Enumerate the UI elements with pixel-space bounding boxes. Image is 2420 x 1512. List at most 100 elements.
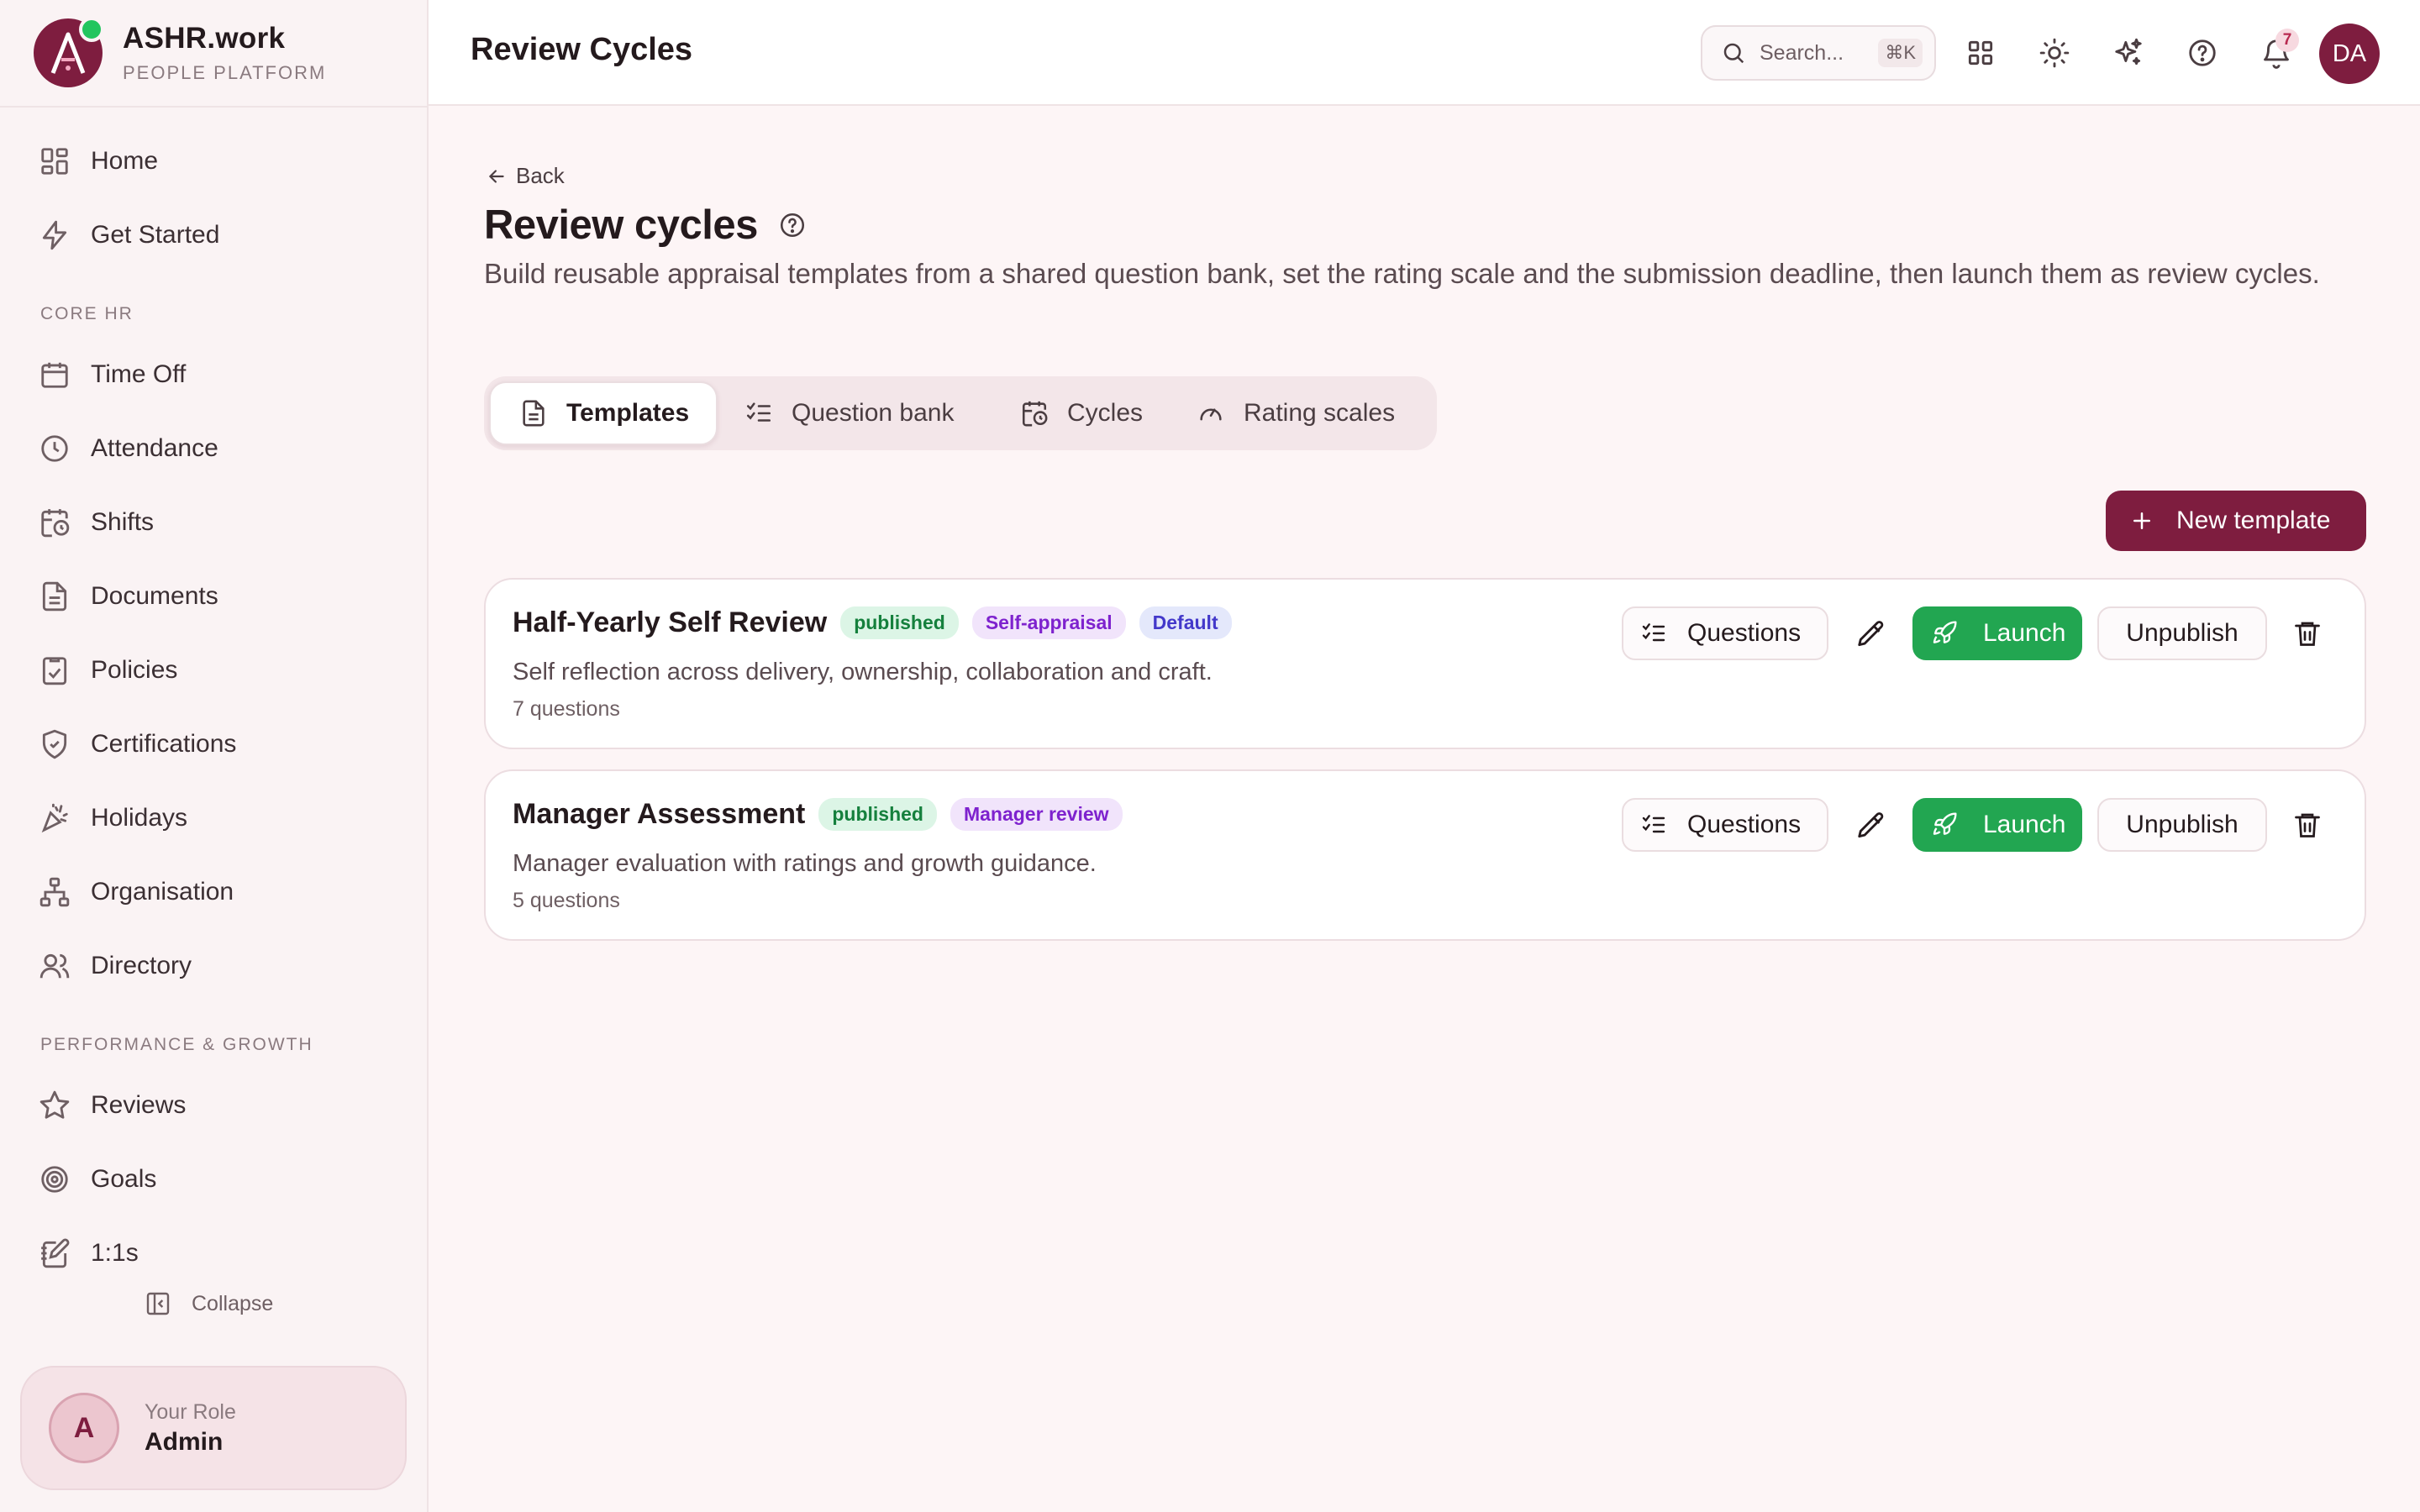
unpublish-button[interactable]: Unpublish [2097, 798, 2267, 852]
sun-icon[interactable] [2039, 37, 2070, 69]
tab-rating-scales[interactable]: Rating scales [1197, 381, 1395, 445]
sidebar-item-label: Reviews [91, 1091, 187, 1119]
sidebar-item-home[interactable]: Home [39, 136, 158, 186]
sidebar-item-label: Goals [91, 1165, 157, 1193]
document-icon [42, 581, 67, 612]
sidebar-item-shifts[interactable]: Shifts [39, 497, 154, 548]
apps-grid-icon[interactable] [1965, 37, 1996, 69]
trash-icon[interactable] [2292, 618, 2323, 648]
org-chart-icon [39, 877, 70, 907]
sidebar: ASHR.work PEOPLE PLATFORM Home Get Start… [0, 0, 429, 1512]
launch-button[interactable]: Launch [1912, 606, 2082, 660]
sidebar-item-label: Certifications [91, 730, 237, 758]
tab-label: Question bank [792, 399, 955, 427]
search-input[interactable]: Search... ⌘K [1701, 25, 1936, 81]
template-card: Manager Assessment published Manager rev… [484, 769, 2366, 941]
sidebar-item-one-on-ones[interactable]: 1:1s [39, 1228, 139, 1278]
status-badge: published [818, 798, 937, 831]
brand-name: ASHR.work [123, 22, 286, 55]
tab-templates[interactable]: Templates [489, 381, 718, 445]
sidebar-item-time-off[interactable]: Time Off [39, 349, 186, 400]
online-status-dot [79, 17, 104, 42]
bolt-icon [42, 220, 67, 250]
sidebar-item-label: Organisation [91, 878, 234, 906]
grid-icon [41, 148, 68, 175]
template-name: Half-Yearly Self Review [513, 606, 828, 638]
users-icon [39, 953, 70, 979]
collapse-label: Collapse [192, 1291, 274, 1315]
pencil-icon[interactable] [1855, 618, 1887, 650]
sidebar-item-policies[interactable]: Policies [39, 645, 177, 696]
questions-button[interactable]: Questions [1622, 798, 1828, 852]
collapse-button[interactable]: Collapse [145, 1290, 273, 1317]
page-heading: Review Cycles [471, 32, 693, 67]
sidebar-item-holidays[interactable]: Holidays [39, 793, 187, 843]
sidebar-item-label: Attendance [91, 434, 218, 462]
template-card: Half-Yearly Self Review published Self-a… [484, 578, 2366, 749]
back-label: Back [516, 163, 565, 188]
help-circle-icon[interactable] [2186, 37, 2218, 69]
help-circle-icon[interactable] [778, 211, 807, 239]
brand[interactable]: ASHR.work PEOPLE PLATFORM [34, 17, 327, 87]
sidebar-item-goals[interactable]: Goals [39, 1154, 156, 1205]
tab-question-bank[interactable]: Question bank [744, 381, 954, 445]
topbar: Review Cycles Search... ⌘K 7 DA [429, 0, 2420, 106]
sidebar-item-reviews[interactable]: Reviews [39, 1080, 186, 1131]
question-count: 5 questions [513, 889, 620, 912]
questions-label: Questions [1687, 619, 1802, 647]
launch-button[interactable]: Launch [1912, 798, 2082, 852]
sidebar-item-label: Get Started [91, 221, 220, 249]
questions-button[interactable]: Questions [1622, 606, 1828, 660]
calendar-clock-icon [41, 509, 70, 538]
sidebar-item-directory[interactable]: Directory [39, 941, 192, 991]
sidebar-item-get-started[interactable]: Get Started [39, 210, 219, 260]
search-shortcut: ⌘K [1878, 39, 1923, 67]
search-icon [1723, 43, 1744, 64]
new-template-label: New template [2176, 507, 2331, 534]
gauge-icon [1200, 408, 1222, 421]
launch-label: Launch [1983, 811, 2066, 838]
arrow-left-icon [488, 169, 504, 183]
sidebar-item-label: Policies [91, 656, 178, 684]
sidebar-item-organisation[interactable]: Organisation [39, 867, 234, 917]
clipboard-check-icon [42, 657, 67, 685]
sparkles-icon[interactable] [2112, 37, 2144, 69]
document-icon [523, 400, 544, 427]
brand-subtitle: PEOPLE PLATFORM [123, 62, 327, 83]
brand-divider [0, 106, 429, 108]
unpublish-label: Unpublish [2126, 811, 2238, 838]
type-badge: Manager review [950, 798, 1123, 831]
sidebar-item-label: Time Off [91, 360, 187, 388]
launch-label: Launch [1983, 619, 2066, 647]
section-title-core-hr: CORE HR [40, 304, 134, 323]
sidebar-item-certifications[interactable]: Certifications [39, 719, 236, 769]
template-description: Self reflection across delivery, ownersh… [513, 659, 1213, 685]
tab-cycles[interactable]: Cycles [1020, 381, 1143, 445]
sidebar-item-label: Documents [91, 582, 218, 610]
sidebar-item-label: 1:1s [91, 1239, 139, 1267]
star-icon [39, 1090, 70, 1119]
back-link[interactable]: Back [486, 163, 565, 189]
page-title: Review cycles [484, 202, 758, 248]
trash-icon[interactable] [2292, 810, 2323, 840]
template-name: Manager Assessment [513, 798, 806, 830]
sidebar-item-documents[interactable]: Documents [39, 571, 218, 622]
unpublish-button[interactable]: Unpublish [2097, 606, 2267, 660]
tab-bar: Templates Question bank Cycles Rating sc… [484, 376, 1437, 450]
user-avatar[interactable]: DA [2319, 24, 2380, 84]
section-title-performance: PERFORMANCE & GROWTH [40, 1035, 313, 1054]
role-value: Admin [145, 1427, 224, 1456]
tab-label: Rating scales [1244, 399, 1396, 427]
questions-label: Questions [1687, 811, 1802, 838]
rocket-icon [1933, 621, 1957, 643]
sidebar-item-attendance[interactable]: Attendance [39, 423, 218, 474]
pencil-icon[interactable] [1855, 810, 1887, 842]
role-avatar: A [49, 1393, 119, 1463]
shield-check-icon [42, 729, 67, 759]
sidebar-item-label: Home [91, 147, 159, 175]
notebook-pen-icon [41, 1238, 70, 1268]
new-template-button[interactable]: New template [2106, 491, 2366, 551]
role-card[interactable]: A Your Role Admin [20, 1366, 407, 1490]
list-checks-icon [1642, 815, 1665, 833]
logo-a-icon [50, 32, 86, 74]
